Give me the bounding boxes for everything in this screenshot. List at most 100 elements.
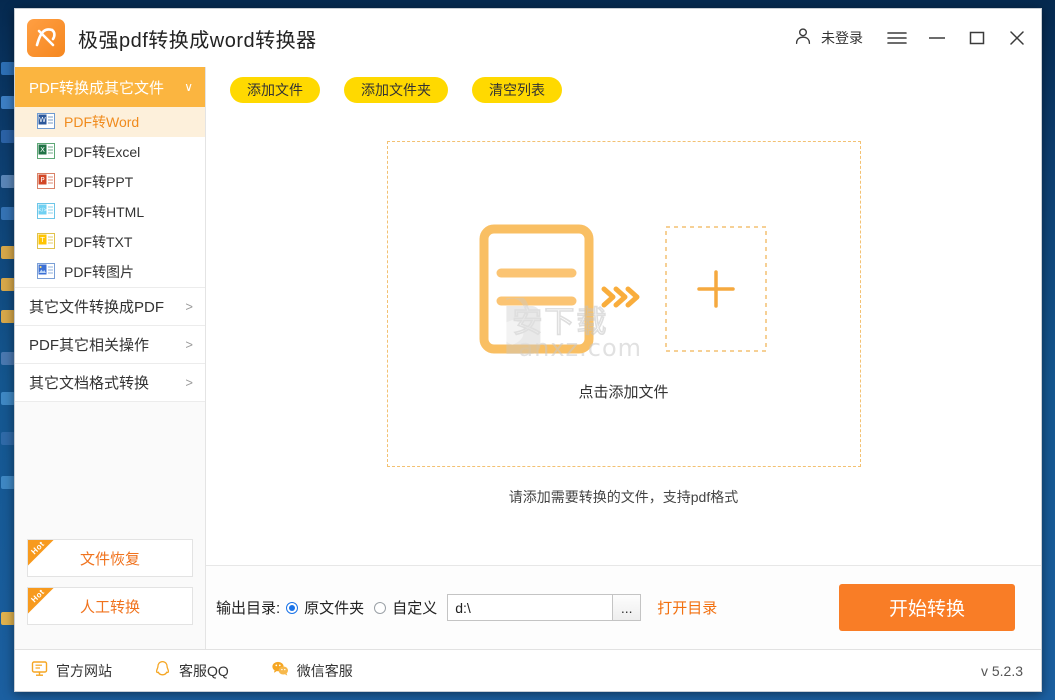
chevron-right-icon: > — [185, 299, 193, 314]
promo-label: 人工转换 — [79, 598, 140, 616]
wechat-icon — [271, 660, 289, 682]
sidebar-item-label: PDF转TXT — [64, 234, 133, 250]
official-website-link[interactable]: 官方网站 — [31, 660, 112, 682]
sidebar-item-label: PDF转HTML — [64, 204, 145, 220]
excel-file-icon: X — [37, 142, 55, 163]
document-icon — [479, 224, 767, 353]
footer-bar: 官方网站 客服QQ 微信客服 v 5.2.3 — [15, 649, 1041, 691]
desktop-icon — [1, 207, 15, 220]
sidebar-item-label: PDF转Word — [64, 114, 140, 130]
output-path-input[interactable] — [447, 594, 613, 621]
radio-custom-folder-label: 自定义 — [392, 600, 438, 617]
application-window: 极强pdf转换成word转换器 未登录 PDF转换成其它文件 ∨ W PDF转W… — [14, 8, 1042, 692]
sidebar-item-list: W PDF转Word X PDF转Excel P PDF转PPT </> PDF… — [15, 107, 205, 288]
chevron-right-icon: > — [185, 375, 193, 390]
add-file-button[interactable]: 添加文件 — [230, 77, 320, 103]
close-icon[interactable] — [997, 16, 1037, 60]
sidebar-item-label: PDF转PPT — [64, 174, 134, 190]
app-x-logo-icon — [27, 19, 65, 57]
title-bar-controls: 未登录 — [792, 16, 1037, 60]
image-file-icon — [37, 262, 55, 283]
sidebar-item-label: PDF转Excel — [64, 144, 141, 160]
word-file-icon: W — [37, 112, 55, 133]
txt-file-icon: T — [37, 232, 55, 253]
main-panel: 添加文件 添加文件夹 清空列表 点击添加文件 请添加需要转换的文件，支持pdf格… — [206, 67, 1041, 649]
page-title: 极强pdf转换成word转换器 — [78, 29, 317, 52]
title-bar: 极强pdf转换成word转换器 未登录 — [15, 9, 1041, 67]
manual-conversion-button[interactable]: Hot 人工转换 — [27, 587, 193, 625]
qq-support-link[interactable]: 客服QQ — [154, 660, 229, 682]
radio-dot-icon — [374, 601, 387, 614]
desktop-icon — [1, 175, 15, 188]
desktop-icon — [1, 432, 15, 445]
dropzone-graphic — [388, 207, 860, 375]
user-icon — [792, 25, 814, 52]
svg-text:X: X — [40, 146, 45, 154]
sidebar-item-pdf-to-word[interactable]: W PDF转Word — [15, 107, 205, 137]
add-folder-button[interactable]: 添加文件夹 — [344, 77, 448, 103]
hamburger-menu-icon[interactable] — [877, 16, 917, 60]
html-file-icon: </> — [37, 202, 55, 223]
sidebar-section-other-doc-formats[interactable]: 其它文档格式转换 > — [15, 364, 205, 402]
open-directory-link[interactable]: 打开目录 — [657, 597, 717, 618]
sidebar-section-pdf-to-other[interactable]: PDF转换成其它文件 ∨ — [15, 67, 205, 107]
maximize-icon[interactable] — [957, 16, 997, 60]
file-dropzone[interactable]: 点击添加文件 — [386, 141, 861, 467]
desktop-icon — [1, 62, 15, 75]
svg-text:T: T — [39, 236, 45, 244]
chevron-right-icon: > — [185, 337, 193, 352]
browse-folder-button[interactable]: ... — [612, 594, 642, 621]
sidebar-item-pdf-to-html[interactable]: </> PDF转HTML — [15, 197, 205, 227]
sidebar-item-label: PDF转图片 — [64, 264, 134, 280]
desktop-icon — [1, 130, 15, 143]
dropzone-hint: 请添加需要转换的文件，支持pdf格式 — [508, 489, 739, 505]
account-button[interactable]: 未登录 — [792, 25, 863, 52]
sidebar-section-other-to-pdf[interactable]: 其它文件转换成PDF > — [15, 288, 205, 326]
footer-link-label: 微信客服 — [296, 662, 353, 679]
promo-label: 文件恢复 — [79, 550, 140, 568]
dropzone-caption: 点击添加文件 — [578, 383, 669, 401]
qq-penguin-icon — [154, 660, 171, 682]
desktop-icon — [1, 310, 15, 323]
toolbar: 添加文件 添加文件夹 清空列表 — [206, 67, 1041, 113]
hot-ribbon-badge: Hot — [28, 588, 59, 617]
desktop-icon — [1, 392, 15, 405]
minimize-icon[interactable] — [917, 16, 957, 60]
dropzone-area: 点击添加文件 请添加需要转换的文件，支持pdf格式 安下载 anxz.com — [206, 113, 1041, 565]
sidebar-item-pdf-to-excel[interactable]: X PDF转Excel — [15, 137, 205, 167]
svg-text:</>: </> — [37, 207, 47, 213]
footer-link-label: 官方网站 — [56, 662, 112, 679]
footer-link-label: 客服QQ — [179, 662, 229, 679]
account-label: 未登录 — [821, 30, 863, 46]
sidebar-section-label: 其它文件转换成PDF — [29, 299, 165, 316]
desktop-icon — [1, 246, 15, 259]
radio-custom-folder[interactable]: 自定义 — [374, 597, 437, 618]
sidebar-section-label: PDF其它相关操作 — [29, 337, 150, 354]
ppt-file-icon: P — [37, 172, 55, 193]
desktop-icon — [1, 476, 15, 489]
sidebar-item-pdf-to-txt[interactable]: T PDF转TXT — [15, 227, 205, 257]
clear-list-button[interactable]: 清空列表 — [472, 77, 562, 103]
wechat-support-link[interactable]: 微信客服 — [271, 660, 353, 682]
radio-dot-selected-icon — [286, 601, 299, 614]
sidebar-section-label: PDF转换成其它文件 — [29, 79, 165, 97]
desktop-icon — [1, 352, 15, 365]
sidebar-promo-area: Hot 文件恢复 Hot 人工转换 — [15, 539, 205, 649]
radio-original-folder-label: 原文件夹 — [304, 600, 365, 617]
start-convert-button[interactable]: 开始转换 — [839, 584, 1015, 631]
sidebar-section-pdf-other-ops[interactable]: PDF其它相关操作 > — [15, 326, 205, 364]
file-recovery-button[interactable]: Hot 文件恢复 — [27, 539, 193, 577]
hot-ribbon-badge: Hot — [28, 540, 59, 569]
output-settings-bar: 输出目录: 原文件夹 自定义 ... 打开目录 开始转换 — [206, 565, 1041, 649]
monitor-icon — [31, 660, 48, 682]
sidebar-section-label: 其它文档格式转换 — [29, 375, 150, 392]
radio-original-folder[interactable]: 原文件夹 — [286, 597, 364, 618]
svg-text:P: P — [40, 176, 44, 184]
desktop-icon — [1, 96, 15, 109]
sidebar-item-pdf-to-image[interactable]: PDF转图片 — [15, 257, 205, 287]
chevron-down-icon: ∨ — [184, 80, 193, 94]
sidebar-item-pdf-to-ppt[interactable]: P PDF转PPT — [15, 167, 205, 197]
window-body: PDF转换成其它文件 ∨ W PDF转Word X PDF转Excel P PD… — [15, 67, 1041, 649]
output-dir-label: 输出目录: — [216, 600, 281, 617]
